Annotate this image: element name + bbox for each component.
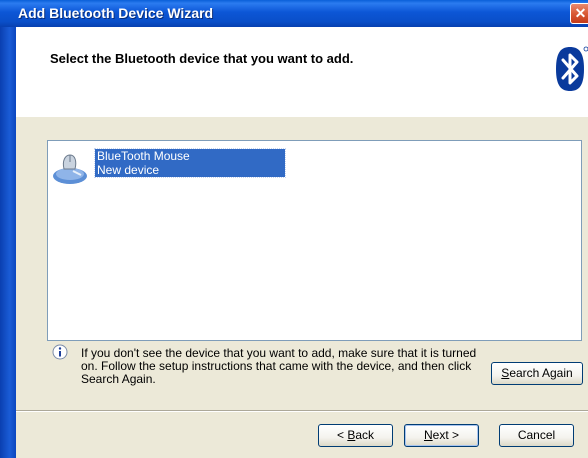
wizard-header: Select the Bluetooth device that you wan… [16, 27, 588, 117]
device-status: New device [97, 163, 160, 177]
back-button[interactable]: < Back [318, 424, 393, 447]
bluetooth-mouse-icon [53, 154, 87, 184]
back-prefix: < [336, 428, 348, 442]
back-label: ack [355, 428, 375, 442]
window-frame-left [0, 27, 16, 458]
info-message: If you don't see the device that you wan… [81, 346, 477, 386]
page-heading: Select the Bluetooth device that you wan… [50, 51, 354, 66]
close-icon: ✕ [574, 5, 587, 21]
device-name: BlueTooth Mouse [97, 149, 190, 163]
search-again-button[interactable]: Search Again [491, 362, 583, 385]
close-button[interactable]: ✕ [570, 3, 588, 24]
cancel-button[interactable]: Cancel [499, 424, 574, 447]
bluetooth-icon [556, 46, 588, 91]
device-list[interactable]: BlueTooth Mouse New device [47, 140, 582, 341]
next-label: ext > [432, 428, 460, 442]
list-item[interactable]: BlueTooth Mouse New device [51, 148, 291, 189]
info-icon [52, 344, 68, 360]
header-separator [16, 116, 588, 117]
device-label: BlueTooth Mouse New device [94, 148, 286, 178]
search-again-label: earch Again [509, 366, 573, 380]
window-title: Add Bluetooth Device Wizard [18, 5, 214, 21]
next-button[interactable]: Next > [404, 424, 479, 447]
footer-separator-highlight [16, 411, 588, 412]
title-bar[interactable]: Add Bluetooth Device Wizard ✕ [0, 0, 588, 28]
next-mnemonic: N [423, 428, 433, 442]
wizard-client-area: Select the Bluetooth device that you wan… [16, 27, 588, 458]
